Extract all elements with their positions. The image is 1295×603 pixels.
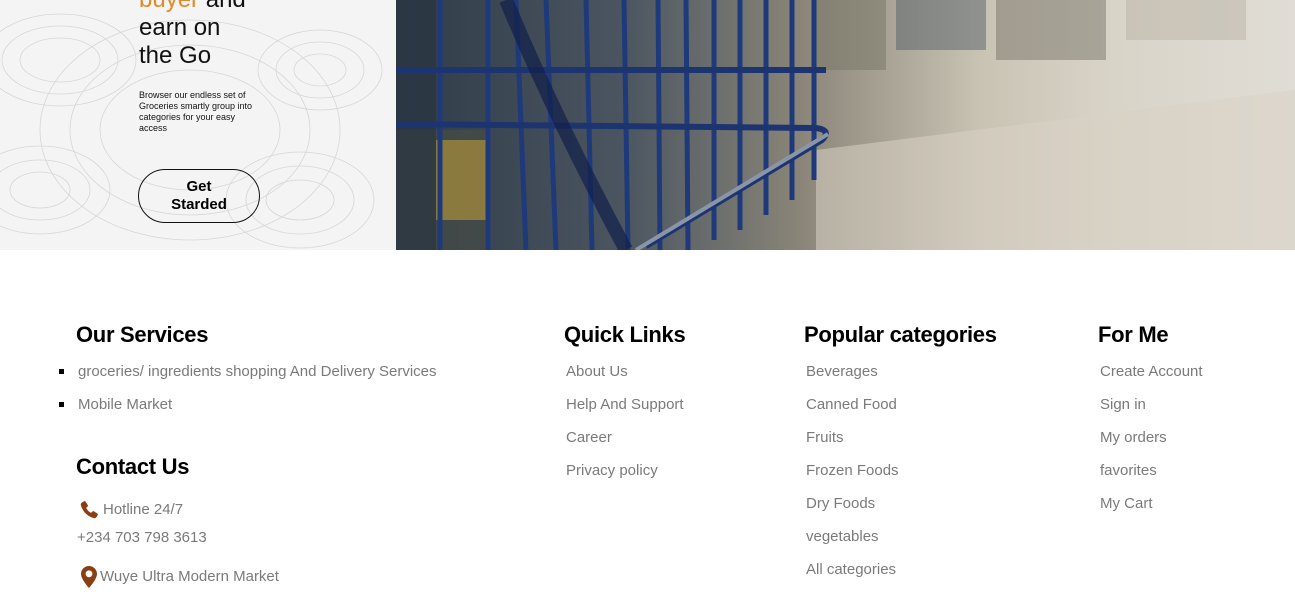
address-text: Wuye Ultra Modern Market [100, 568, 279, 585]
service-item-mobile-market[interactable]: Mobile Market [78, 396, 172, 413]
headline-accent: buyer [139, 0, 199, 13]
popular-categories-title: Popular categories [804, 322, 997, 347]
category-all[interactable]: All categories [806, 561, 896, 578]
link-sign-in[interactable]: Sign in [1100, 396, 1146, 413]
category-frozen-foods[interactable]: Frozen Foods [806, 462, 899, 479]
bullet-icon [59, 369, 64, 374]
headline-line1-rest: and [199, 0, 246, 13]
phone-icon [80, 501, 98, 519]
link-my-cart[interactable]: My Cart [1100, 495, 1153, 512]
link-my-orders[interactable]: My orders [1100, 429, 1167, 446]
shopping-cart-illustration [396, 0, 1295, 250]
category-vegetables[interactable]: vegetables [806, 528, 879, 545]
headline-line2: earn on [139, 14, 221, 41]
quick-links-title: Quick Links [564, 322, 686, 347]
location-pin-icon [81, 566, 97, 588]
contact-us-title: Contact Us [76, 454, 190, 479]
link-about-us[interactable]: About Us [566, 363, 628, 380]
for-me-title: For Me [1098, 322, 1169, 347]
category-canned-food[interactable]: Canned Food [806, 396, 897, 413]
our-services-title: Our Services [76, 322, 209, 347]
category-beverages[interactable]: Beverages [806, 363, 878, 380]
category-fruits[interactable]: Fruits [806, 429, 844, 446]
hero-section: buyer and earn on the Go Browser our end… [0, 0, 1295, 250]
get-started-button[interactable]: Get Starded [138, 169, 260, 223]
link-career[interactable]: Career [566, 429, 612, 446]
link-favorites[interactable]: favorites [1100, 462, 1157, 479]
hero-text-panel: buyer and earn on the Go Browser our end… [0, 0, 396, 250]
hero-subtext: Browser our endless set of Groceries sma… [139, 90, 253, 133]
phone-number[interactable]: +234 703 798 3613 [77, 529, 207, 546]
hero-shopping-cart-image [396, 0, 1295, 250]
link-create-account[interactable]: Create Account [1100, 363, 1203, 380]
link-help-support[interactable]: Help And Support [566, 396, 684, 413]
bullet-icon [59, 402, 64, 407]
link-privacy-policy[interactable]: Privacy policy [566, 462, 658, 479]
hero-headline: buyer and earn on the Go [139, 0, 339, 70]
service-item-groceries[interactable]: groceries/ ingredients shopping And Deli… [78, 363, 437, 380]
hotline-label: Hotline 24/7 [103, 501, 184, 518]
headline-line3: the Go [139, 42, 212, 69]
category-dry-foods[interactable]: Dry Foods [806, 495, 875, 512]
